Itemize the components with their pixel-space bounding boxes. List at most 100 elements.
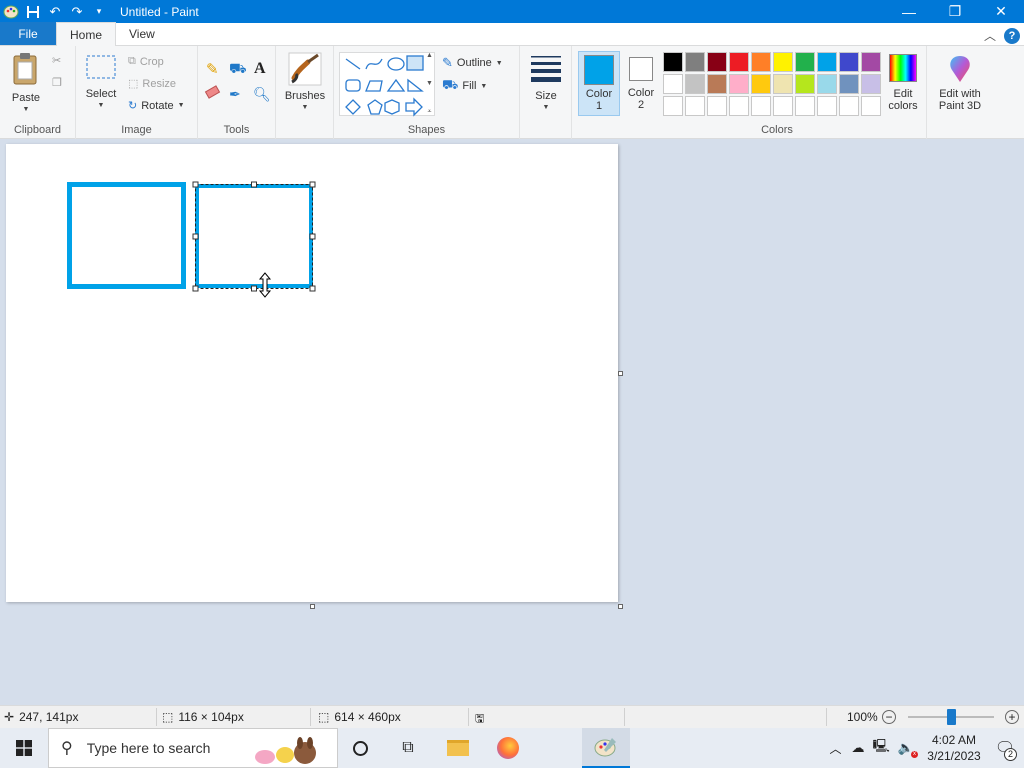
task-view-button[interactable]: ⧉ [392,728,424,768]
color-swatch[interactable] [817,52,837,72]
color-swatch[interactable] [861,52,881,72]
outline-button[interactable]: ✎ Outline ▼ [442,55,503,71]
color-swatch[interactable] [707,96,727,116]
resize-icon: ⬚ [128,78,139,90]
paste-button[interactable]: Paste ▼ [6,52,46,116]
clipboard-label: Clipboard [13,124,62,136]
color-swatch[interactable] [707,52,727,72]
line-shape-icon [345,58,361,70]
color-swatch[interactable] [795,52,815,72]
tab-view[interactable]: View [116,22,168,45]
edit-with-paint3d-button[interactable]: Edit with Paint 3D [932,54,988,112]
zoom-slider-track[interactable] [908,709,994,725]
color-swatch[interactable] [751,74,771,94]
magnifier-tool[interactable]: 🔍︎ [253,86,271,103]
brushes-button[interactable]: Brushes ▼ [282,52,328,114]
color2-button[interactable]: Color 2 [622,54,660,111]
color-swatch[interactable] [751,96,771,116]
volume-icon[interactable]: 🔈 x [898,740,918,758]
shapes-label: Shapes [407,124,446,136]
fill-icon: ⛟ [442,77,459,92]
tab-home[interactable]: Home [56,22,117,46]
taskbar-search-box[interactable]: ⚲ Type here to search [48,728,338,768]
color-swatch[interactable] [751,52,771,72]
color-swatch[interactable] [839,96,859,116]
cut-button[interactable]: ✂ [52,54,61,67]
color-swatch[interactable] [663,52,683,72]
cortana-button[interactable] [344,728,376,768]
select-dropdown-icon: ▼ [97,102,105,109]
resize-button[interactable]: ⬚ Resize [128,77,176,91]
copy-button[interactable]: ❐ [52,76,62,89]
clock[interactable]: 4:02 AM 3/21/2023 [922,732,986,764]
scroll-down-icon[interactable]: ▼ [426,80,433,87]
eraser-tool[interactable] [204,85,221,99]
color-swatch[interactable] [663,96,683,116]
notifications-button[interactable]: 🗨 2 [986,728,1024,768]
drawn-rectangle-1 [67,182,186,289]
shapes-scroll[interactable]: ▲ ▼ ⩡ [424,52,435,116]
fill-tool[interactable]: ⛟ [229,60,247,79]
color-swatch[interactable] [773,96,793,116]
right-triangle-shape-icon [407,78,424,92]
save-icon[interactable] [22,0,44,23]
color1-button[interactable]: Color 1 [578,51,620,116]
color-swatch[interactable] [685,52,705,72]
zoom-slider-thumb[interactable] [947,709,956,725]
drawing-canvas[interactable] [6,144,618,602]
rotate-button[interactable]: ↻ Rotate ▼ [128,99,185,113]
size-button[interactable]: Size ▼ [526,54,566,114]
start-button[interactable] [0,728,48,768]
show-hidden-icons-icon[interactable]: ︿ [829,740,841,757]
color-swatch[interactable] [685,74,705,94]
taskbar-firefox[interactable] [490,728,526,768]
fill-button[interactable]: ⛟ Fill ▼ [442,77,487,95]
canvas-resize-handle-corner[interactable] [618,604,623,609]
color-swatch[interactable] [861,74,881,94]
color-swatch[interactable] [817,74,837,94]
canvas-resize-handle-right[interactable] [618,371,623,376]
select-button[interactable]: Select ▼ [82,54,120,112]
color-swatch[interactable] [817,96,837,116]
canvas-resize-handle-bottom[interactable] [310,604,315,609]
collapse-ribbon-icon[interactable]: ︿ [984,27,996,44]
maximize-button[interactable]: ❐ [932,0,978,23]
color-swatch[interactable] [839,52,859,72]
color-swatch[interactable] [773,74,793,94]
color-swatch[interactable] [663,74,683,94]
onedrive-icon[interactable]: ☁ [851,740,864,756]
scroll-up-icon[interactable]: ▲ [426,52,433,59]
status-bar: ✛ 247, 141px ⬚ 116 × 104px ⬚ 614 × 460px 🖫 … [0,705,1024,728]
text-tool[interactable]: A [254,60,266,78]
color-swatch[interactable] [773,52,793,72]
edit-colors-button[interactable]: Edit colors [884,54,922,112]
help-icon[interactable]: ? [1004,27,1020,44]
taskbar-file-explorer[interactable] [440,728,476,768]
color-swatch[interactable] [795,96,815,116]
paint-taskbar-icon [594,738,616,757]
zoom-out-button[interactable]: − [882,710,896,724]
minimize-button[interactable]: — [886,0,932,23]
color-swatch[interactable] [861,96,881,116]
pencil-tool[interactable]: ✎ [206,60,219,78]
paint-app-icon[interactable] [0,0,22,23]
network-icon[interactable]: 🖳 [872,737,889,759]
crop-button[interactable]: ⧉ Crop [128,55,164,68]
color-swatch[interactable] [729,74,749,94]
customize-qat-icon[interactable]: ▾ [88,0,110,23]
close-button[interactable]: ✕ [978,0,1024,23]
color-picker-tool[interactable]: ✒ [229,86,241,103]
color-swatch[interactable] [729,52,749,72]
color-swatch[interactable] [795,74,815,94]
color-swatch[interactable] [729,96,749,116]
redo-icon[interactable]: ↷ [66,0,88,23]
undo-icon[interactable]: ↶ [44,0,66,23]
color-swatch[interactable] [839,74,859,94]
zoom-in-button[interactable]: + [1005,710,1019,724]
color-swatch[interactable] [685,96,705,116]
more-shapes-icon[interactable]: ⩡ [428,108,432,116]
taskbar-paint[interactable] [582,728,630,768]
tab-file[interactable]: File [0,22,56,45]
brush-icon [288,52,322,86]
color-swatch[interactable] [707,74,727,94]
